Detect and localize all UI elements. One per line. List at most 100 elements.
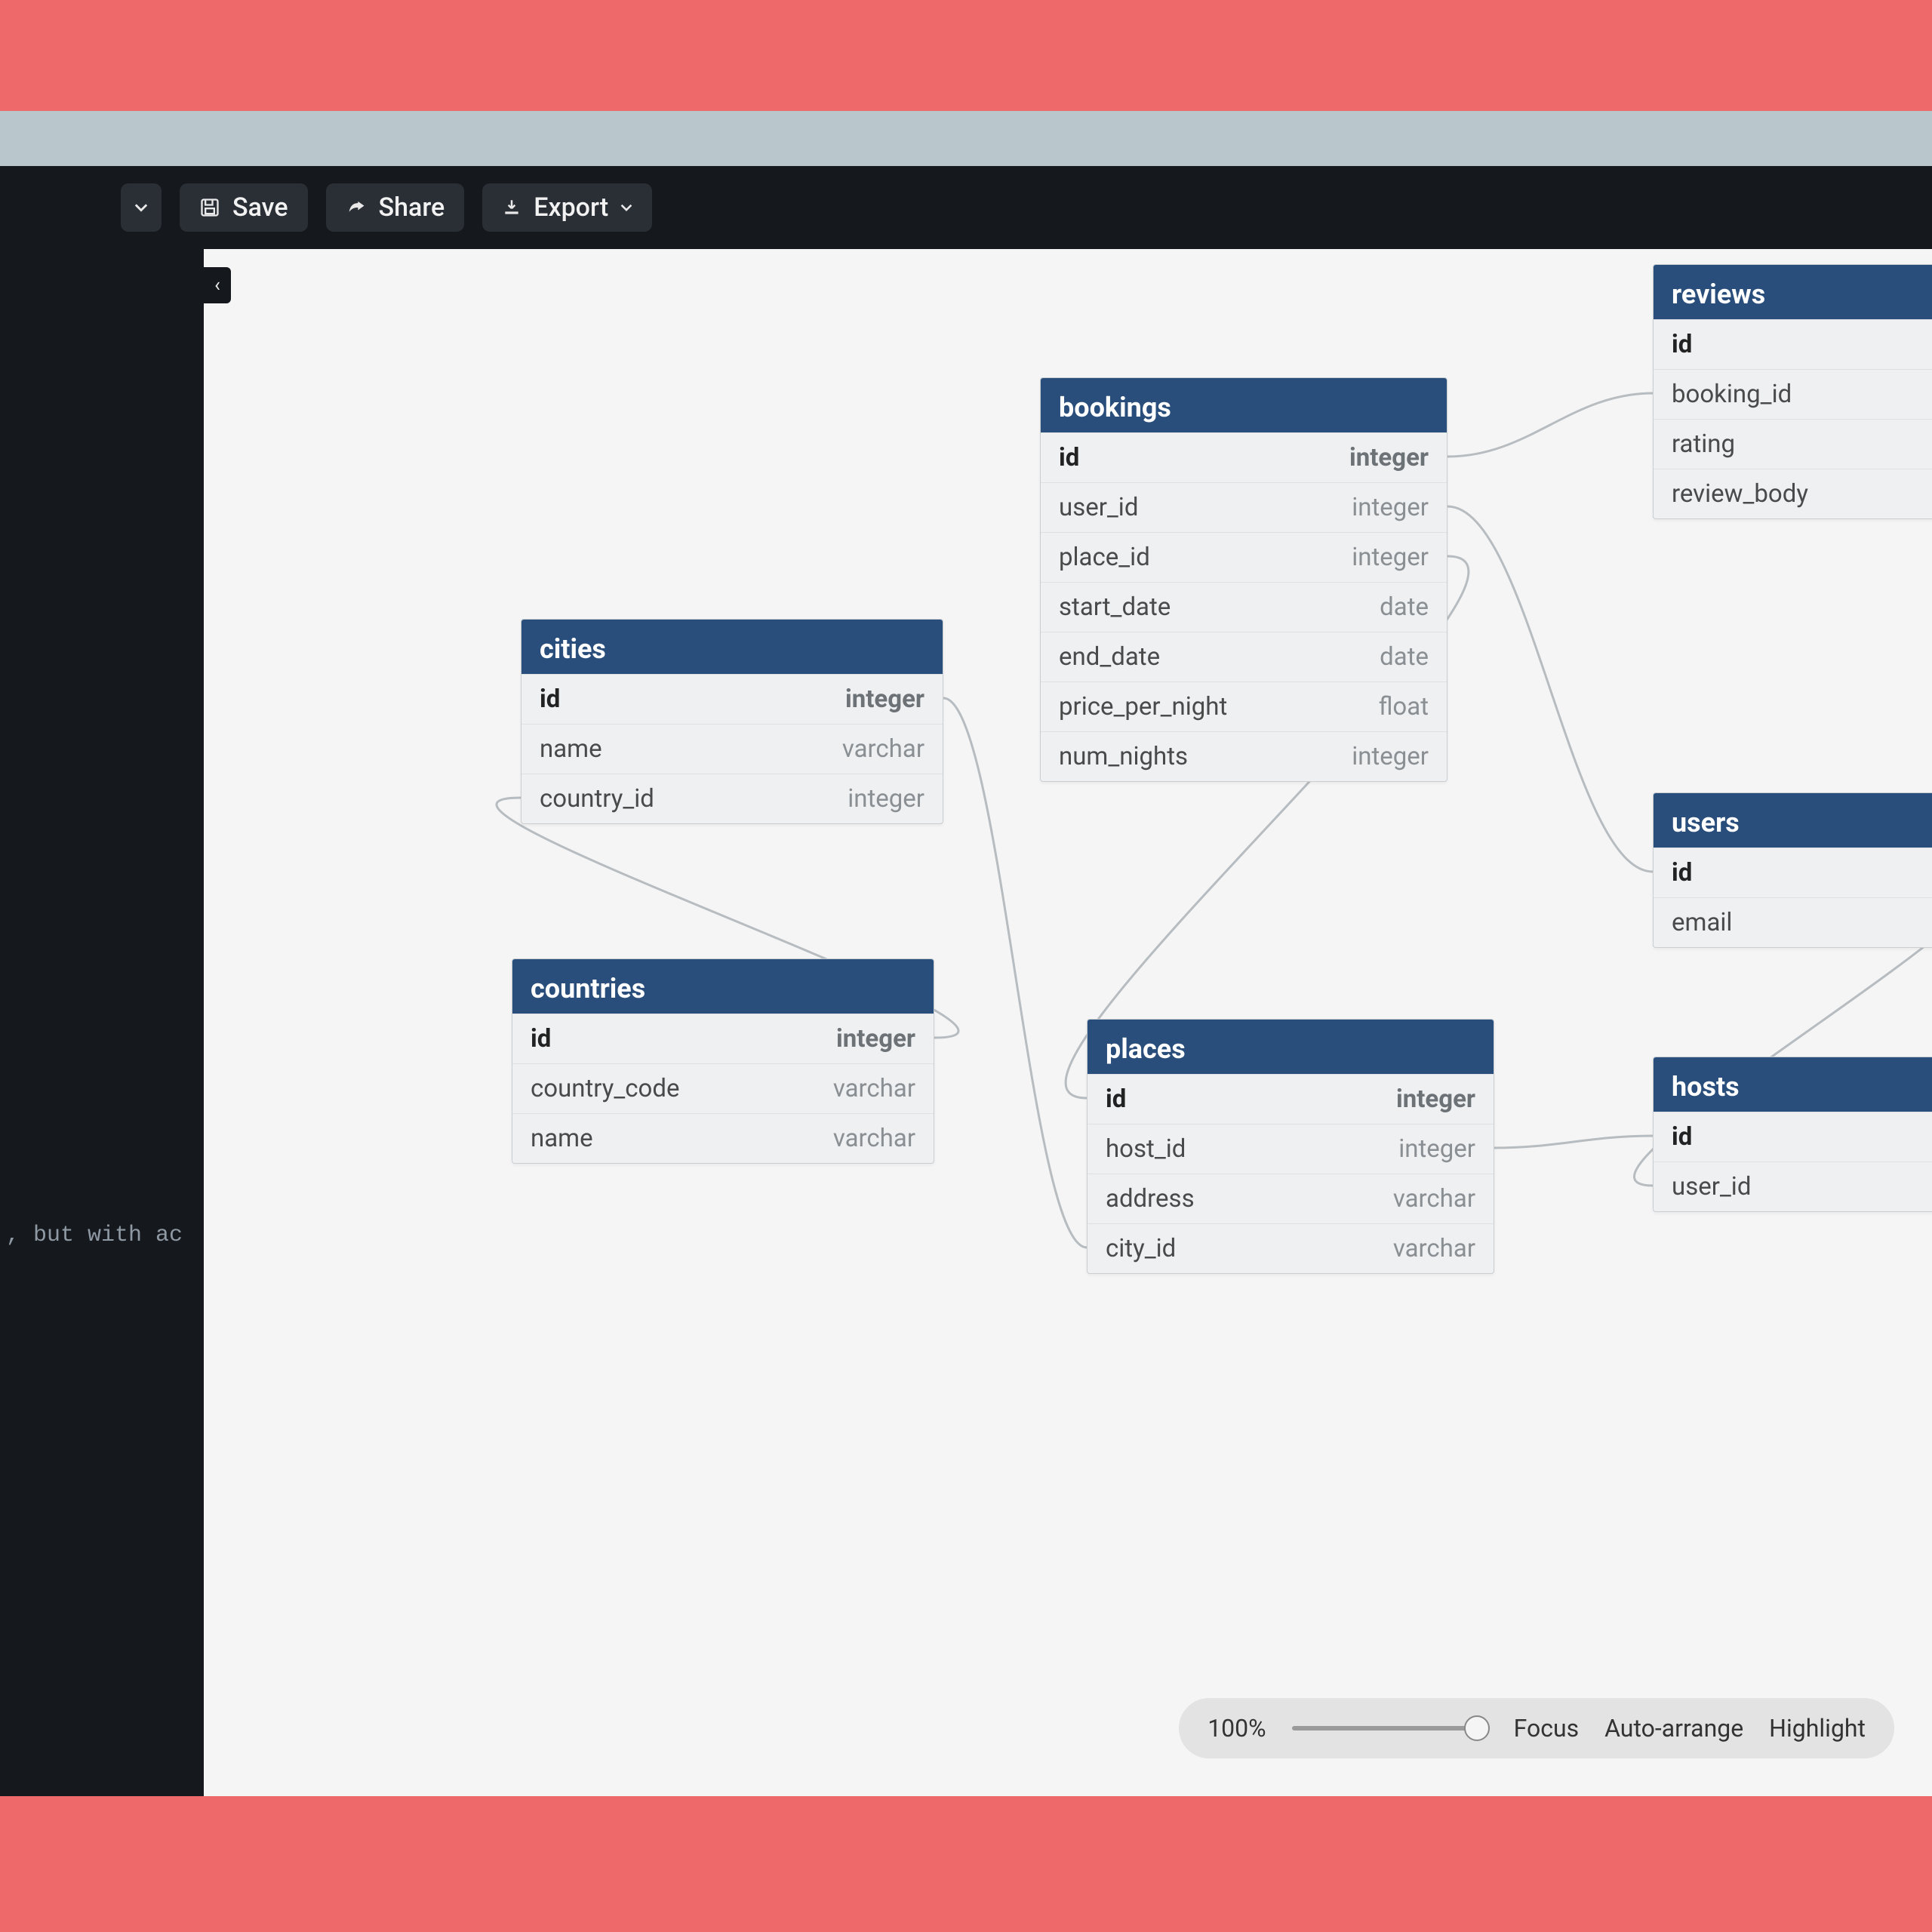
column-type: integer: [836, 1024, 915, 1054]
share-icon: [346, 197, 367, 218]
table-header[interactable]: users: [1654, 793, 1932, 848]
column-type: float: [1379, 692, 1429, 721]
zoom-slider[interactable]: [1292, 1726, 1488, 1730]
table-bookings[interactable]: bookingsidintegeruser_idintegerplace_idi…: [1040, 377, 1447, 782]
column-name: city_id: [1106, 1234, 1176, 1263]
table-column-rating[interactable]: rating: [1654, 419, 1932, 469]
column-name: user_id: [1059, 493, 1138, 522]
table-column-address[interactable]: addressvarchar: [1088, 1174, 1494, 1223]
collapse-panel-button[interactable]: ‹: [204, 267, 231, 303]
column-name: id: [540, 685, 560, 714]
table-header[interactable]: reviews: [1654, 265, 1932, 319]
table-column-id[interactable]: id: [1654, 848, 1932, 897]
table-column-city_id[interactable]: city_id varchar: [1088, 1223, 1494, 1273]
table-column-name[interactable]: name varchar: [512, 1113, 934, 1163]
table-column-start_date[interactable]: start_date date: [1041, 582, 1447, 632]
column-name: review_body: [1672, 479, 1808, 509]
table-column-price_per_night[interactable]: price_per_night float: [1041, 681, 1447, 731]
column-name: email: [1672, 908, 1732, 937]
dropdown-button[interactable]: [121, 183, 162, 232]
table-column-id[interactable]: idinteger: [1041, 432, 1447, 482]
relation-line: [1494, 1136, 1653, 1148]
focus-button[interactable]: Focus: [1514, 1714, 1580, 1743]
column-name: place_id: [1059, 543, 1150, 572]
column-name: num_nights: [1059, 742, 1188, 771]
column-type: varchar: [1393, 1184, 1475, 1214]
table-column-id[interactable]: idinteger: [1088, 1074, 1494, 1124]
export-button[interactable]: Export: [482, 183, 652, 232]
table-column-user_id[interactable]: user_id integer: [1041, 482, 1447, 532]
column-type: integer: [1352, 493, 1429, 522]
relation-line: [1447, 506, 1653, 872]
table-column-id[interactable]: id: [1654, 319, 1932, 369]
table-column-host_id[interactable]: host_id integer: [1088, 1124, 1494, 1174]
table-column-num_nights[interactable]: num_nights integer: [1041, 731, 1447, 781]
column-type: date: [1380, 592, 1429, 622]
app-window: Save Share Export , but with ac: [0, 166, 1932, 1796]
chevron-left-icon: ‹: [214, 274, 220, 297]
column-name: country_id: [540, 784, 654, 814]
code-snippet: , but with ac: [6, 1223, 183, 1248]
chevron-down-icon: [134, 201, 148, 214]
column-name: name: [540, 734, 602, 764]
zoom-slider-thumb[interactable]: [1464, 1715, 1490, 1741]
table-header[interactable]: countries: [512, 959, 934, 1014]
column-name: id: [1672, 858, 1692, 888]
column-type: varchar: [842, 734, 924, 764]
diagram-canvas[interactable]: ‹ citiesidintegernamevarcharcountry_idin…: [204, 249, 1932, 1796]
table-countries[interactable]: countriesidintegercountry_codevarcharnam…: [512, 958, 934, 1164]
table-column-user_id[interactable]: user_id: [1654, 1161, 1932, 1211]
table-column-country_id[interactable]: country_id integer: [521, 774, 943, 823]
table-column-end_date[interactable]: end_datedate: [1041, 632, 1447, 681]
save-icon: [199, 197, 220, 218]
code-panel[interactable]: , but with ac: [0, 249, 204, 1796]
table-column-review_body[interactable]: review_body: [1654, 469, 1932, 518]
column-type: date: [1380, 642, 1429, 672]
save-button[interactable]: Save: [180, 183, 308, 232]
download-icon: [502, 198, 521, 217]
table-column-booking_id[interactable]: booking_id: [1654, 369, 1932, 419]
column-name: rating: [1672, 429, 1735, 459]
table-column-country_code[interactable]: country_codevarchar: [512, 1063, 934, 1113]
column-name: price_per_night: [1059, 692, 1227, 721]
column-name: start_date: [1059, 592, 1171, 622]
table-header[interactable]: places: [1088, 1020, 1494, 1074]
column-type: integer: [1352, 543, 1429, 572]
table-hosts[interactable]: hosts id user_id: [1653, 1057, 1932, 1212]
column-type: varchar: [833, 1124, 915, 1153]
table-column-id[interactable]: idinteger: [512, 1014, 934, 1063]
status-bar: 100% Focus Auto-arrange Highlight: [1179, 1698, 1894, 1758]
chevron-down-icon: [620, 202, 632, 214]
column-name: user_id: [1672, 1172, 1751, 1201]
column-name: id: [1672, 330, 1692, 359]
column-type: integer: [1398, 1134, 1475, 1164]
table-header[interactable]: bookings: [1041, 378, 1447, 432]
table-header[interactable]: hosts: [1654, 1057, 1932, 1112]
column-type: integer: [1396, 1084, 1475, 1114]
share-button[interactable]: Share: [326, 183, 465, 232]
column-name: host_id: [1106, 1134, 1186, 1164]
zoom-label[interactable]: 100%: [1208, 1714, 1266, 1743]
table-reviews[interactable]: reviews id booking_idrating review_body: [1653, 264, 1932, 519]
share-label: Share: [379, 192, 445, 223]
relation-line: [1447, 393, 1653, 457]
column-type: integer: [1352, 742, 1429, 771]
highlight-button[interactable]: Highlight: [1769, 1714, 1866, 1743]
export-label: Export: [534, 192, 608, 223]
table-column-name[interactable]: name varchar: [521, 724, 943, 774]
table-users[interactable]: users id email: [1653, 792, 1932, 948]
table-header[interactable]: cities: [521, 620, 943, 674]
table-places[interactable]: placesidinteger host_id integer addressvarc…: [1087, 1019, 1494, 1274]
table-column-email[interactable]: email: [1654, 897, 1932, 947]
table-column-place_id[interactable]: place_id integer: [1041, 532, 1447, 582]
column-type: integer: [848, 784, 924, 814]
auto-arrange-button[interactable]: Auto-arrange: [1604, 1714, 1743, 1743]
table-column-id[interactable]: id: [1654, 1112, 1932, 1161]
column-type: varchar: [1393, 1234, 1475, 1263]
browser-tabstrip: [0, 111, 1932, 166]
column-name: name: [531, 1124, 593, 1153]
column-name: id: [1059, 443, 1079, 472]
table-cities[interactable]: citiesidinteger name varchar country_id inte…: [521, 619, 943, 824]
table-column-id[interactable]: idinteger: [521, 674, 943, 724]
column-name: id: [1672, 1122, 1692, 1152]
